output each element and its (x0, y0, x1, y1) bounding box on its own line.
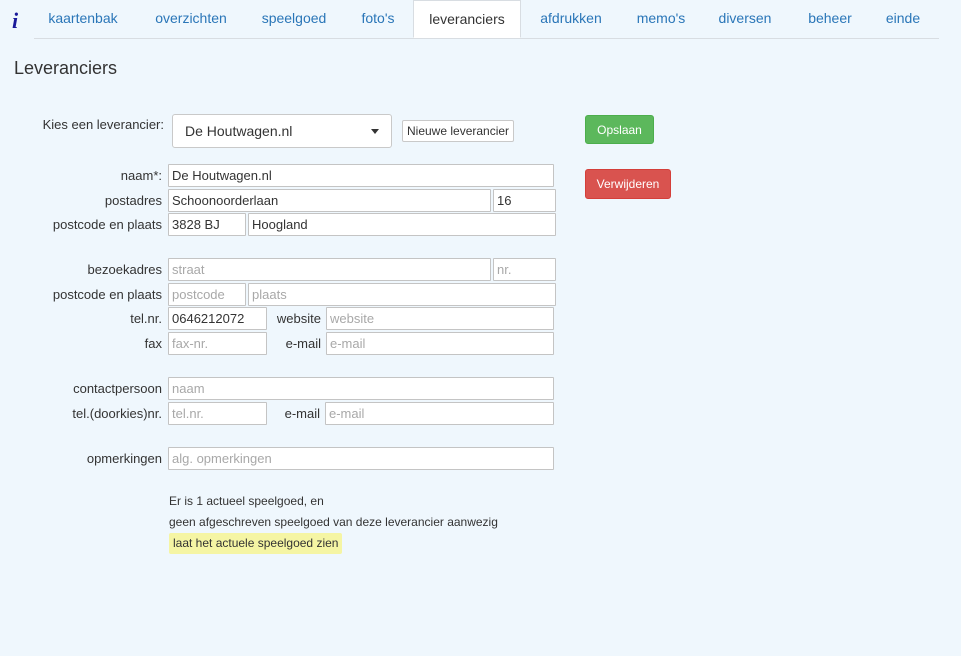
visit-postcode-label: postcode en plaats (52, 287, 162, 302)
tab-overzichten[interactable]: overzichten (140, 0, 242, 38)
save-button[interactable]: Opslaan (585, 115, 654, 144)
contact-tel-input[interactable] (168, 402, 267, 425)
supplier-select[interactable]: De Houtwagen.nl (172, 114, 392, 148)
info-line-2: geen afgeschreven speelgoed van deze lev… (169, 515, 498, 529)
contact-email-input[interactable] (325, 402, 554, 425)
supplier-select-value: De Houtwagen.nl (185, 123, 293, 139)
fax-input[interactable] (168, 332, 267, 355)
tab-beheer[interactable]: beheer (794, 0, 866, 38)
email-input[interactable] (326, 332, 554, 355)
bezoekadres-nr-input[interactable] (493, 258, 556, 281)
caret-down-icon (371, 129, 379, 134)
website-input[interactable] (326, 307, 554, 330)
contact-tel-label: tel.(doorkies)nr. (72, 406, 162, 421)
contactpersoon-input[interactable] (168, 377, 554, 400)
tel-label: tel.nr. (130, 311, 162, 326)
tab-kaartenbak[interactable]: kaartenbak (34, 0, 132, 38)
bezoekadres-street-input[interactable] (168, 258, 491, 281)
tab-diversen[interactable]: diversen (706, 0, 784, 38)
website-label: website (276, 311, 321, 326)
page-title: Leveranciers (14, 58, 118, 78)
opmerkingen-label: opmerkingen (86, 451, 162, 466)
naam-label: naam*: (120, 168, 162, 183)
info-line-1: Er is 1 actueel speelgoed, en (169, 494, 324, 508)
nav-divider (34, 38, 939, 39)
info-logo-icon[interactable]: i (12, 8, 18, 34)
visit-postcode-input[interactable] (168, 283, 246, 306)
tab-speelgoed[interactable]: speelgoed (250, 0, 338, 38)
tab-fotos[interactable]: foto's (346, 0, 410, 38)
delete-button[interactable]: Verwijderen (585, 169, 671, 199)
post-postcode-input[interactable] (168, 213, 246, 236)
new-supplier-button[interactable]: Nieuwe leverancier (402, 120, 515, 142)
postadres-nr-input[interactable] (493, 189, 556, 212)
show-toys-link[interactable]: laat het actuele speelgoed zien (169, 533, 343, 554)
naam-input[interactable] (168, 164, 554, 187)
contact-email-label: e-mail (284, 406, 320, 421)
fax-label: fax (144, 336, 162, 351)
contactpersoon-label: contactpersoon (73, 381, 162, 396)
email-label: e-mail (285, 336, 321, 351)
visit-plaats-input[interactable] (248, 283, 556, 306)
opmerkingen-input[interactable] (168, 447, 554, 470)
supplier-select-label: Kies een leverancier: (42, 117, 164, 132)
tab-memos[interactable]: memo's (625, 0, 697, 38)
tab-leveranciers[interactable]: leveranciers (413, 0, 521, 38)
tab-afdrukken[interactable]: afdrukken (527, 0, 615, 38)
postadres-street-input[interactable] (168, 189, 491, 212)
post-plaats-input[interactable] (248, 213, 556, 236)
bezoekadres-label: bezoekadres (87, 262, 162, 277)
postadres-label: postadres (104, 193, 162, 208)
tel-input[interactable] (168, 307, 267, 330)
post-postcode-label: postcode en plaats (52, 217, 162, 232)
top-nav: i kaartenbak overzichten speelgoed foto'… (0, 0, 961, 40)
tab-einde[interactable]: einde (872, 0, 934, 38)
